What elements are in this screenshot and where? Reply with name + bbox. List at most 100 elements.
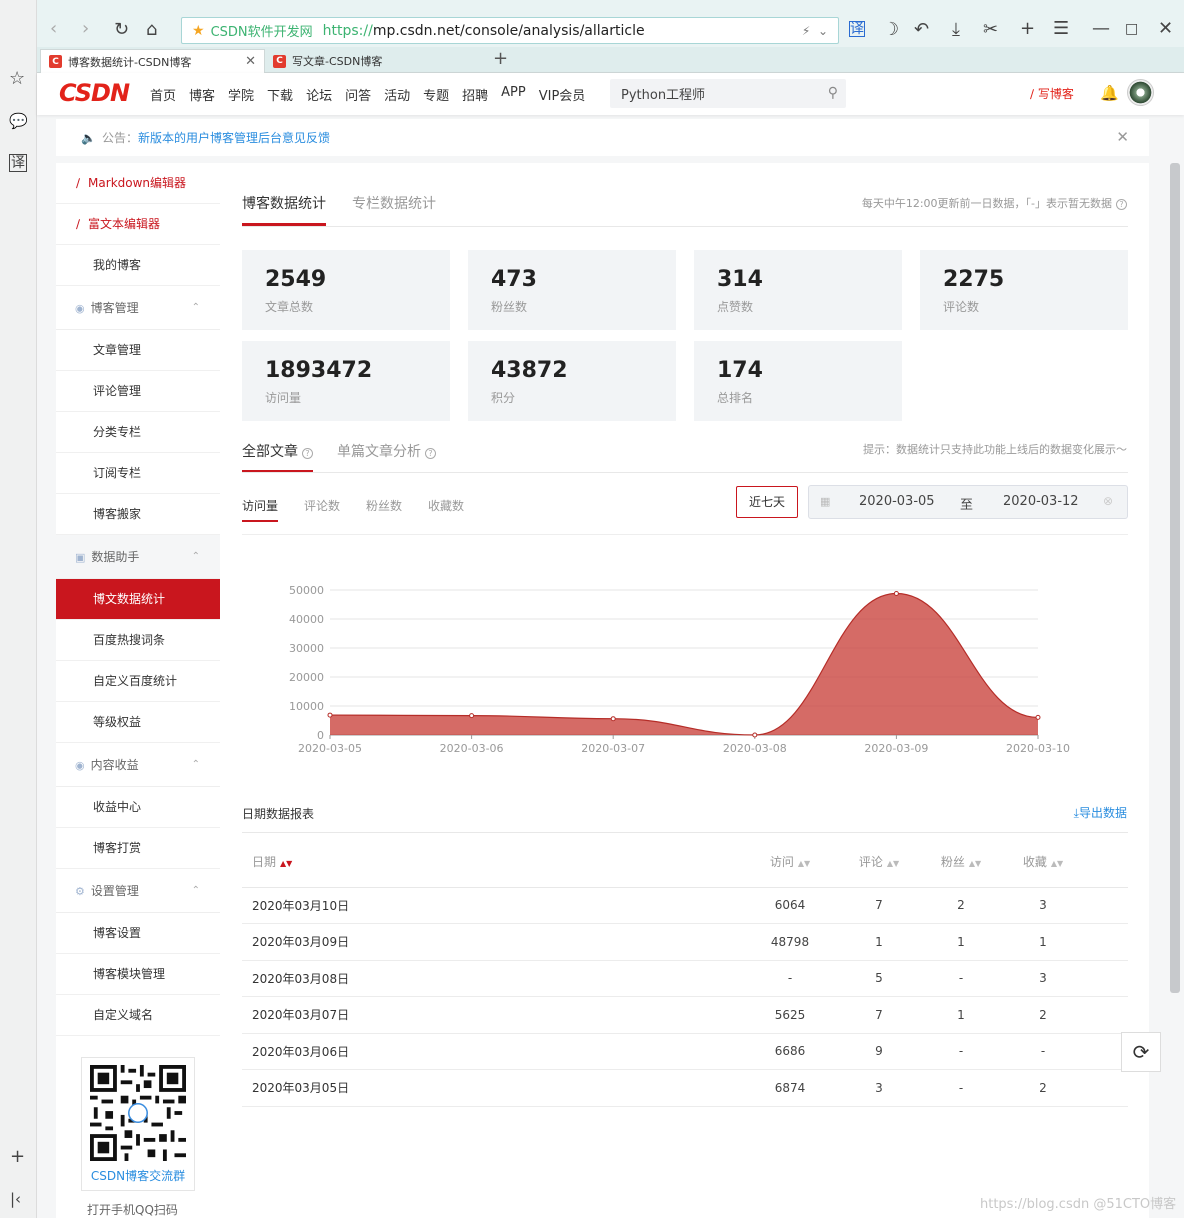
help-icon[interactable]: ? bbox=[425, 448, 436, 459]
night-mode-icon[interactable]: ☽ bbox=[883, 21, 899, 39]
column-header-fans[interactable]: 粉丝 ▲▼ bbox=[920, 837, 1002, 888]
sidebar-item-custom-domain[interactable]: 自定义域名 bbox=[56, 995, 220, 1036]
search-icon[interactable]: ⚲ bbox=[828, 85, 838, 101]
sidebar-group-settings[interactable]: ⚙ 设置管理 ⌃ bbox=[56, 869, 220, 913]
avatar[interactable] bbox=[1127, 79, 1154, 106]
sidebar-item-tips[interactable]: 博客打赏 bbox=[56, 828, 220, 869]
tab-write-article[interactable]: C 写文章-CSDN博客 bbox=[265, 49, 490, 73]
csdn-favicon-icon: C bbox=[273, 54, 286, 68]
tab-column-stats[interactable]: 专栏数据统计 bbox=[352, 193, 436, 226]
last-seven-days-button[interactable]: 近七天 bbox=[736, 486, 798, 518]
bookmark-star-icon[interactable]: ★ bbox=[192, 23, 205, 39]
sidebar-item-subscriptions[interactable]: 订阅专栏 bbox=[56, 453, 220, 494]
chat-icon[interactable]: 💬 bbox=[9, 112, 28, 130]
date-range-picker[interactable]: ▦ 2020-03-05 至 2020-03-12 ⊗ bbox=[808, 485, 1128, 519]
clear-date-icon[interactable]: ⊗ bbox=[1103, 494, 1113, 508]
column-header-date[interactable]: 日期 ▲▼ bbox=[242, 837, 742, 888]
customer-service-icon[interactable]: ⟳ bbox=[1121, 1032, 1161, 1072]
home-icon[interactable]: ⌂ bbox=[146, 21, 157, 39]
help-icon[interactable]: ? bbox=[302, 448, 313, 459]
column-header-favorites[interactable]: 收藏 ▲▼ bbox=[1002, 837, 1084, 888]
qr-caption[interactable]: CSDN博客交流群 bbox=[82, 1167, 194, 1184]
notice-link[interactable]: 新版本的用户博客管理后台意见反馈 bbox=[138, 129, 330, 146]
tab-single-article[interactable]: 单篇文章分析? bbox=[337, 441, 436, 472]
qr-card: CSDN博客交流群 bbox=[81, 1057, 195, 1191]
date-to[interactable]: 2020-03-12 bbox=[1003, 494, 1079, 509]
tab-comments[interactable]: 评论数 bbox=[304, 497, 340, 522]
column-header-comments[interactable]: 评论 ▲▼ bbox=[838, 837, 920, 888]
nav-vip[interactable]: VIP会员 bbox=[539, 85, 586, 104]
sidebar-item-richtext-editor[interactable]: ∕ 富文本编辑器 bbox=[56, 204, 220, 245]
tab-visits[interactable]: 访问量 bbox=[242, 497, 279, 522]
undo-close-icon[interactable]: ↶ bbox=[914, 21, 929, 39]
sort-icon[interactable]: ▲▼ bbox=[798, 859, 810, 868]
nav-download[interactable]: 下载 bbox=[267, 85, 293, 104]
sidebar-item-comments[interactable]: 评论管理 bbox=[56, 371, 220, 412]
nav-events[interactable]: 活动 bbox=[384, 85, 410, 104]
sidebar-item-markdown-editor[interactable]: ∕ Markdown编辑器 bbox=[56, 163, 220, 204]
sort-icon[interactable]: ▲▼ bbox=[969, 859, 981, 868]
sidebar-item-article-stats[interactable]: 博文数据统计 bbox=[56, 579, 220, 620]
nav-blog[interactable]: 博客 bbox=[189, 85, 215, 104]
sort-icon[interactable]: ▲▼ bbox=[1051, 859, 1063, 868]
tab-blog-stats[interactable]: C 博客数据统计-CSDN博客 ✕ bbox=[40, 49, 265, 73]
translate-side-icon[interactable]: 译 bbox=[9, 154, 27, 172]
help-icon[interactable]: ? bbox=[1116, 199, 1127, 210]
sidebar-item-baidu-hot[interactable]: 百度热搜词条 bbox=[56, 620, 220, 661]
date-from[interactable]: 2020-03-05 bbox=[859, 494, 935, 509]
tab-fans[interactable]: 粉丝数 bbox=[366, 497, 402, 522]
sidebar-group-revenue[interactable]: ◉ 内容收益 ⌃ bbox=[56, 743, 220, 787]
sidebar-group-data-assistant[interactable]: ▣ 数据助手 ⌃ bbox=[56, 535, 220, 579]
maximize-icon[interactable]: □ bbox=[1125, 20, 1138, 38]
tab-all-articles[interactable]: 全部文章? bbox=[242, 441, 313, 472]
new-tab-icon[interactable]: + bbox=[1020, 20, 1035, 38]
export-data-button[interactable]: ⤓导出数据 bbox=[1074, 804, 1127, 821]
nav-app[interactable]: APP bbox=[501, 85, 526, 104]
address-bar[interactable]: ★ CSDN软件开发网 https://mp.csdn.net/console/… bbox=[181, 17, 839, 44]
sidebar-item-baidu-custom[interactable]: 自定义百度统计 bbox=[56, 661, 220, 702]
tab-blog-stats[interactable]: 博客数据统计 bbox=[242, 193, 326, 226]
nav-qa[interactable]: 问答 bbox=[345, 85, 371, 104]
translate-icon[interactable]: 译 bbox=[849, 21, 865, 37]
sort-icon[interactable]: ▲▼ bbox=[887, 859, 899, 868]
scrollbar[interactable] bbox=[1170, 163, 1180, 993]
add-tab-icon[interactable]: + bbox=[493, 48, 508, 69]
minimize-icon[interactable]: — bbox=[1092, 20, 1110, 38]
reload-icon[interactable]: ↻ bbox=[114, 21, 129, 39]
url-text[interactable]: https://mp.csdn.net/console/analysis/all… bbox=[323, 23, 645, 39]
nav-home[interactable]: 首页 bbox=[150, 85, 176, 104]
bell-icon[interactable]: 🔔 bbox=[1100, 84, 1119, 102]
close-window-icon[interactable]: ✕ bbox=[1158, 20, 1173, 38]
close-notice-icon[interactable]: ✕ bbox=[1116, 128, 1129, 146]
nav-topics[interactable]: 专题 bbox=[423, 85, 449, 104]
sidebar-item-categories[interactable]: 分类专栏 bbox=[56, 412, 220, 453]
menu-icon[interactable]: ☰ bbox=[1053, 20, 1069, 38]
nav-forum[interactable]: 论坛 bbox=[306, 85, 332, 104]
column-header-visits[interactable]: 访问 ▲▼ bbox=[742, 837, 838, 888]
sort-desc-icon[interactable]: ▲▼ bbox=[280, 859, 292, 868]
download-icon[interactable]: ⤓ bbox=[952, 21, 960, 39]
sidebar-item-module-manage[interactable]: 博客模块管理 bbox=[56, 954, 220, 995]
favorites-icon[interactable]: ☆ bbox=[9, 70, 25, 88]
sidebar-item-revenue-center[interactable]: 收益中心 bbox=[56, 787, 220, 828]
sidebar-item-level-rights[interactable]: 等级权益 bbox=[56, 702, 220, 743]
csdn-logo[interactable]: CSDN bbox=[59, 79, 130, 107]
nav-academy[interactable]: 学院 bbox=[228, 85, 254, 104]
collapse-side-icon[interactable]: |‹ bbox=[10, 1190, 21, 1208]
sidebar-item-my-blog[interactable]: 我的博客 bbox=[56, 245, 220, 286]
nav-jobs[interactable]: 招聘 bbox=[462, 85, 488, 104]
screenshot-icon[interactable]: ✂ bbox=[983, 21, 998, 39]
add-side-icon[interactable]: + bbox=[10, 1148, 25, 1166]
search-input[interactable] bbox=[610, 79, 810, 108]
back-icon[interactable]: ‹ bbox=[50, 20, 57, 38]
sidebar-item-migrate[interactable]: 博客搬家 bbox=[56, 494, 220, 535]
sidebar-group-blog-manage[interactable]: ◉ 博客管理 ⌃ bbox=[56, 286, 220, 330]
tab-favorites[interactable]: 收藏数 bbox=[428, 497, 464, 522]
forward-icon[interactable]: › bbox=[82, 20, 89, 38]
url-dropdown-icon[interactable]: ⚡ ⌄ bbox=[802, 24, 828, 38]
chevron-up-icon: ⌃ bbox=[191, 885, 200, 896]
write-blog-button[interactable]: ∕ 写博客 bbox=[1030, 85, 1074, 102]
sidebar-item-articles[interactable]: 文章管理 bbox=[56, 330, 220, 371]
sidebar-item-blog-settings[interactable]: 博客设置 bbox=[56, 913, 220, 954]
close-tab-icon[interactable]: ✕ bbox=[245, 54, 256, 69]
